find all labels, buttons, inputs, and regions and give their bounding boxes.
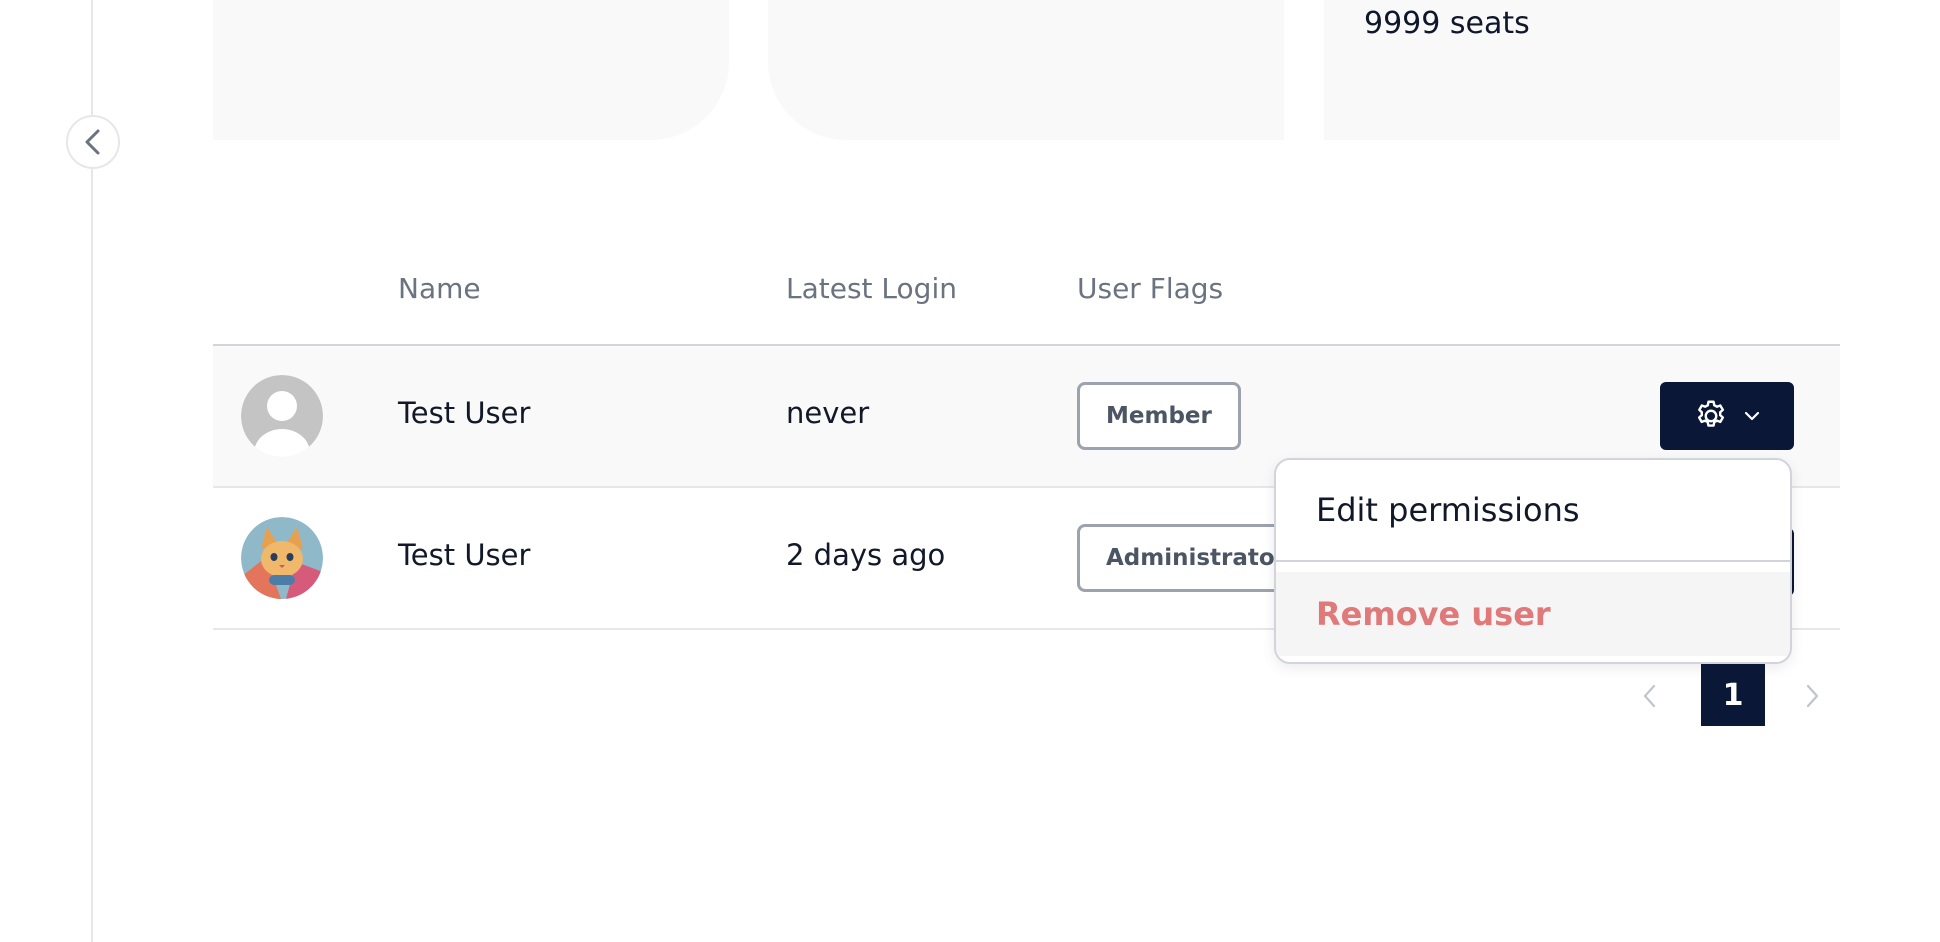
next-page-button[interactable]	[1792, 676, 1832, 716]
table-header: Name Latest Login User Flags	[213, 270, 1840, 346]
chevron-down-icon	[1744, 411, 1760, 421]
column-header-user-flags[interactable]: User Flags	[1077, 272, 1223, 305]
latest-login: 2 days ago	[786, 538, 946, 572]
current-page-button[interactable]: 1	[1701, 664, 1765, 726]
seats-card: 9999 seats	[1324, 0, 1840, 140]
user-actions-menu: Edit permissions Remove user	[1274, 458, 1792, 664]
stat-card	[213, 0, 729, 140]
gear-icon	[1697, 400, 1725, 427]
latest-login: never	[786, 396, 870, 430]
edit-permissions-menu-item[interactable]: Edit permissions	[1276, 460, 1790, 562]
avatar	[241, 375, 323, 457]
stat-card	[768, 0, 1284, 140]
user-actions-button[interactable]	[1660, 382, 1794, 450]
chevron-left-icon	[1643, 684, 1656, 708]
seats-count: 9999 seats	[1364, 6, 1530, 41]
previous-page-button[interactable]	[1630, 676, 1670, 716]
chevron-right-icon	[1806, 684, 1819, 708]
column-header-name[interactable]: Name	[398, 272, 481, 305]
remove-user-menu-item[interactable]: Remove user	[1276, 572, 1790, 656]
default-avatar-icon	[241, 375, 323, 457]
user-name: Test User	[398, 396, 531, 430]
user-flag-badge: Member	[1077, 382, 1241, 450]
user-name: Test User	[398, 538, 531, 572]
column-header-latest-login[interactable]: Latest Login	[786, 272, 957, 305]
collapse-sidebar-button[interactable]	[66, 115, 120, 169]
avatar	[241, 517, 323, 599]
chevron-left-icon	[85, 129, 100, 155]
cat-avatar-image	[241, 517, 323, 599]
